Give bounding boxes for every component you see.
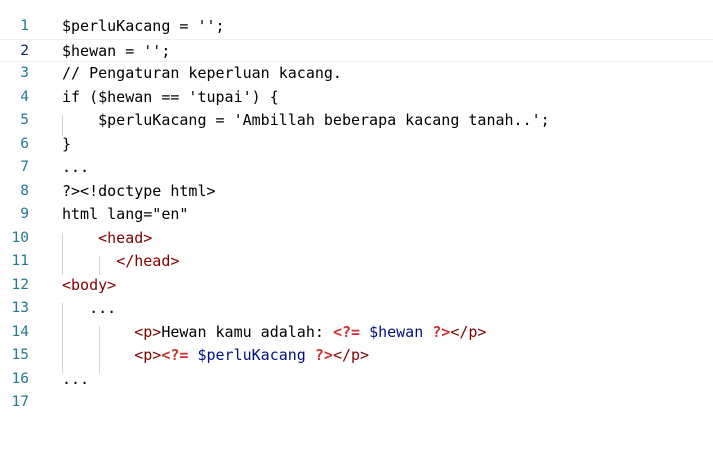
code-token: } — [62, 134, 72, 153]
line-number: 11 — [11, 253, 29, 269]
code-token-tag: </p> — [450, 322, 487, 341]
code-token-php: ?> — [314, 346, 333, 364]
code-text: // Pengaturan keperluan kacang. — [62, 62, 342, 86]
indent-guide — [62, 303, 63, 374]
code-text: if ($hewan == 'tupai') { — [62, 86, 279, 110]
code-text: <head> — [62, 227, 152, 251]
code-line[interactable]: 13 ... — [0, 297, 713, 321]
code-line[interactable]: 1 $perluKacang = ''; — [0, 15, 713, 39]
code-text: html lang="en" — [62, 203, 188, 227]
code-token-tag: <p> — [134, 346, 162, 364]
code-token: ... — [62, 369, 90, 388]
code-line[interactable]: 7... — [0, 156, 713, 180]
line-number: 2 — [20, 42, 29, 59]
code-line[interactable]: 3 // Pengaturan keperluan kacang. — [0, 62, 713, 86]
code-token-php: <?= — [161, 346, 189, 364]
indent-guide — [62, 233, 63, 275]
line-number: 6 — [20, 135, 29, 152]
code-token: html lang="en" — [62, 205, 189, 223]
indent-guide — [62, 115, 63, 136]
code-token-tag: </head> — [116, 252, 180, 270]
code-token-tag: <body> — [62, 275, 117, 294]
indent-guide — [99, 326, 100, 374]
code-token-var: $perluKacang — [197, 346, 306, 364]
line-number: 4 — [20, 88, 29, 105]
code-text: <body> — [62, 274, 116, 298]
line-number: 16 — [11, 370, 29, 387]
code-line[interactable]: 14 <p>Hewan kamu adalah: <?= $hewan ?></… — [0, 321, 713, 345]
line-number: 9 — [20, 206, 29, 222]
code-token-tag: <head> — [98, 228, 153, 247]
code-text: } — [62, 133, 71, 157]
code-line[interactable]: 4 if ($hewan == 'tupai') { — [0, 86, 713, 110]
line-number: 7 — [20, 159, 29, 175]
code-line[interactable]: 15 <p><?= $perluKacang ?></p> — [0, 344, 713, 368]
line-number: 12 — [11, 276, 29, 293]
code-token: ... — [62, 299, 117, 317]
line-number: 14 — [11, 323, 29, 340]
code-line[interactable]: 5 $perluKacang = 'Ambillah beberapa kaca… — [0, 109, 713, 133]
code-token: ... — [62, 158, 90, 176]
code-token-tag: </p> — [332, 346, 370, 364]
code-token-php: ?> — [432, 322, 451, 341]
code-line[interactable]: 8 ?><!doctype html> — [0, 180, 713, 204]
code-line[interactable]: 2 $hewan = ''; — [0, 38, 713, 64]
line-number: 15 — [11, 347, 29, 363]
code-token: $perluKacang = 'Ambillah beberapa kacang… — [62, 111, 550, 129]
line-number: 1 — [20, 18, 29, 34]
code-token: Hewan kamu adalah: — [161, 322, 333, 341]
code-line[interactable]: 12 <body> — [0, 274, 713, 298]
code-token-tag: <p> — [134, 322, 162, 341]
line-number: 13 — [11, 300, 29, 316]
code-token: if ($hewan == 'tupai') { — [62, 87, 279, 106]
code-token-var: $hewan — [369, 322, 424, 341]
code-text: $perluKacang = 'Ambillah beberapa kacang… — [62, 109, 550, 133]
code-text: ... — [62, 156, 89, 180]
line-number: 17 — [11, 394, 29, 410]
code-text: $hewan = ''; — [62, 40, 170, 64]
code-line[interactable]: 16... — [0, 368, 713, 392]
code-text: <p>Hewan kamu adalah: <?= $hewan ?></p> — [62, 321, 486, 345]
code-token-php: <?= — [332, 322, 361, 341]
code-line[interactable]: 11 </head> — [0, 250, 713, 274]
code-text: ?><!doctype html> — [62, 180, 216, 204]
code-token: $hewan = ''; — [62, 41, 171, 60]
code-line[interactable]: 17 — [0, 391, 713, 415]
code-line[interactable]: 10 <head> — [0, 227, 713, 251]
line-number: 3 — [20, 65, 29, 81]
code-line[interactable]: 6} — [0, 133, 713, 157]
code-text: $perluKacang = ''; — [62, 15, 225, 39]
code-text: ... — [62, 297, 116, 321]
line-number: 10 — [11, 229, 29, 246]
code-token: $perluKacang = ''; — [62, 17, 225, 35]
code-token: ?><!doctype html> — [62, 181, 216, 200]
code-text: <p><?= $perluKacang ?></p> — [62, 344, 369, 368]
code-token: // Pengaturan keperluan kacang. — [62, 64, 342, 82]
code-editor[interactable]: 1 $perluKacang = ''; 2 $hewan = ''; 3 // Peng… — [0, 0, 713, 466]
line-number: 8 — [20, 182, 29, 199]
code-text: </head> — [62, 250, 179, 274]
line-number: 5 — [20, 112, 29, 128]
code-text: ... — [62, 368, 89, 392]
indent-guide — [99, 256, 100, 275]
code-line[interactable]: 9 html lang="en" — [0, 203, 713, 227]
